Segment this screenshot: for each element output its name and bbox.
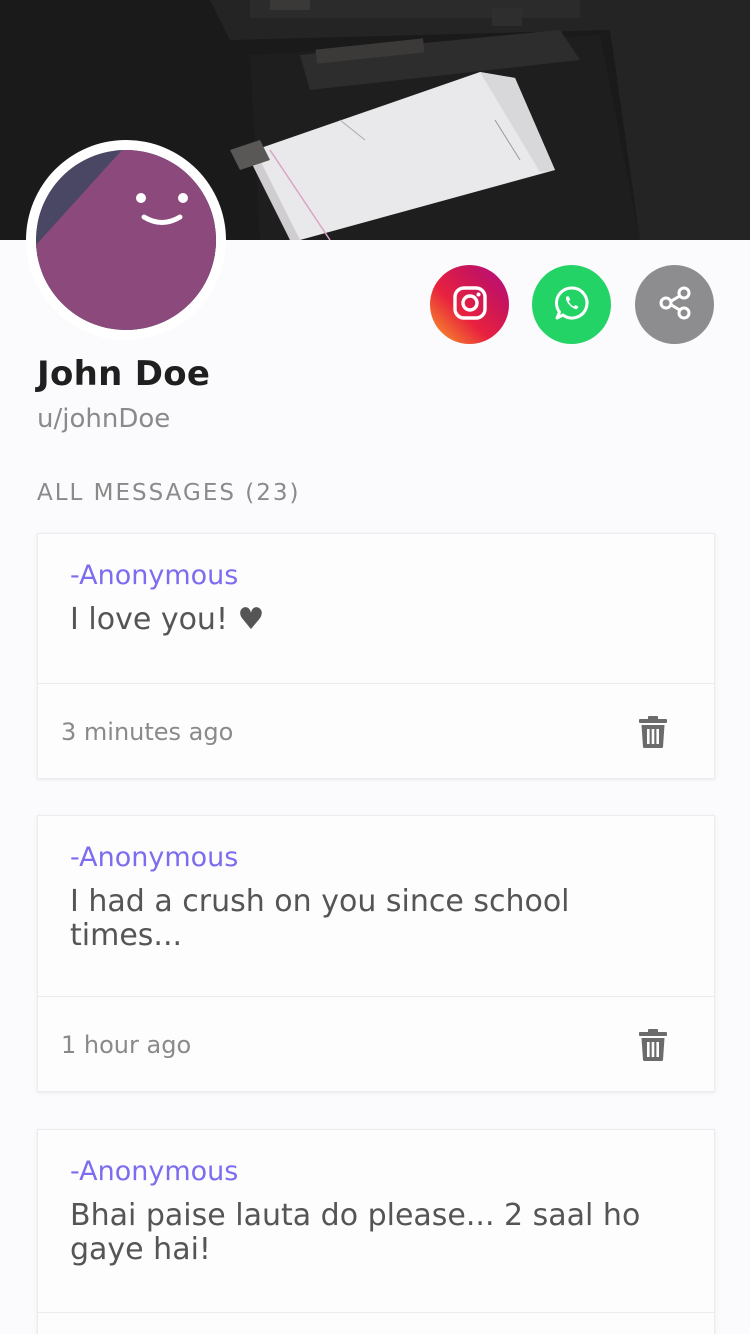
instagram-icon [452,285,488,325]
whatsapp-icon [553,284,591,326]
message-card: -Anonymous I love you! ♥ 3 minutes ago [37,533,715,779]
message-footer: 3 minutes ago [38,683,714,779]
message-footer: 1 hour ago [38,996,714,1092]
message-sender: -Anonymous [70,1156,239,1187]
share-button[interactable] [635,265,714,344]
trash-icon[interactable] [638,1028,668,1062]
message-text: I love you! ♥ [70,602,265,637]
message-text: I had a crush on you since school times.… [70,884,570,953]
trash-icon[interactable] [638,715,668,749]
message-sender: -Anonymous [70,842,239,873]
message-sender: -Anonymous [70,560,239,591]
message-text: Bhai paise lauta do please... 2 saal ho … [70,1198,641,1267]
avatar [26,140,226,340]
instagram-share-button[interactable] [430,265,509,344]
message-card: -Anonymous Bhai paise lauta do please...… [37,1129,715,1334]
message-card: -Anonymous I had a crush on you since sc… [37,815,715,1092]
profile-username: u/johnDoe [37,404,171,434]
message-timestamp: 1 hour ago [61,1030,192,1059]
message-timestamp: 3 minutes ago [61,717,234,746]
share-icon [656,284,694,326]
avatar-image [36,150,216,330]
whatsapp-share-button[interactable] [532,265,611,344]
profile-name: John Doe [37,354,211,394]
message-footer [38,1312,714,1334]
messages-section-title: ALL MESSAGES (23) [37,480,301,506]
profile-page: John Doe u/johnDoe ALL MESSAGES (23) -An… [0,0,750,1334]
